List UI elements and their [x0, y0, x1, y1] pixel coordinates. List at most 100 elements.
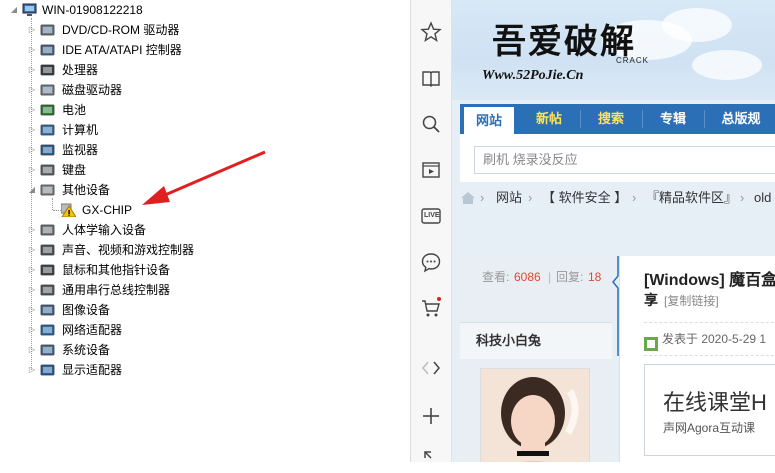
stats-separator: | [548, 270, 552, 284]
video-icon[interactable] [419, 158, 443, 182]
tree-category[interactable]: ▷ 人体学输入设备 [0, 220, 300, 240]
replies-count: 18 [588, 270, 602, 284]
copy-link[interactable]: [复制链接] [664, 292, 719, 309]
tree-item-label: DVD/CD-ROM 驱动器 [62, 23, 180, 37]
display-icon [40, 363, 55, 377]
live-label: LIVE [424, 212, 440, 219]
breadcrumb-item[interactable]: 【 软件安全 】 [542, 182, 627, 214]
sound-icon [40, 243, 55, 257]
collapse-arrow-icon[interactable]: ◢ [10, 6, 18, 14]
site-logo-title[interactable]: 吾爱破解 [492, 14, 636, 63]
tree-item-label: GX-CHIP [82, 203, 133, 217]
expand-arrow-icon[interactable]: ▷ [28, 46, 36, 54]
post-title[interactable]: [Windows] 魔百盒 [644, 266, 775, 290]
live-icon[interactable]: LIVE [419, 204, 443, 228]
nav-tab-new-posts[interactable]: 新帖 [520, 104, 578, 134]
expand-arrow-icon[interactable]: ▷ [28, 106, 36, 114]
tree-category[interactable]: ▷ 图像设备 [0, 300, 300, 320]
expand-arrow-icon[interactable]: ▷ [28, 266, 36, 274]
expand-arrow-icon[interactable]: ▷ [28, 326, 36, 334]
tree-category[interactable]: ▷ 显示适配器 [0, 360, 300, 380]
post-title-continued: 享 [644, 292, 658, 308]
expand-icon[interactable] [419, 446, 443, 470]
expand-arrow-icon[interactable]: ▷ [28, 246, 36, 254]
monitor-icon [40, 143, 55, 157]
site-logo-url: Www.52PoJie.Cn [482, 68, 584, 83]
keyboard-icon [40, 163, 55, 177]
breadcrumb-separator: › [740, 190, 745, 205]
tree-category[interactable]: ▷ 通用串行总线控制器 [0, 280, 300, 300]
nav-tab-rules[interactable]: 总版规 [706, 104, 775, 134]
ad-subtitle: 声网Agora互动课 [663, 421, 756, 435]
tree-item-label: 人体学输入设备 [62, 223, 147, 237]
book-icon[interactable] [419, 66, 443, 90]
tree-root-computer[interactable]: ◢ WIN-01908122218 [0, 0, 200, 20]
nav-tab-search[interactable]: 搜索 [582, 104, 640, 134]
tree-category[interactable]: ▷ 系统设备 [0, 340, 300, 360]
expand-arrow-icon[interactable]: ▷ [28, 26, 36, 34]
tree-category[interactable]: ▷ 处理器 [0, 60, 300, 80]
post-content: [Windows] 魔百盒 享 [复制链接] 发表于 2020-5-29 1 在… [619, 256, 775, 462]
tree-item-label: 图像设备 [62, 303, 111, 317]
star-icon[interactable] [419, 20, 443, 44]
views-label: 查看: [482, 270, 510, 284]
nav-tab-site[interactable]: 网站 [464, 107, 514, 134]
author-name[interactable]: 科技小白兔 [460, 322, 612, 359]
breadcrumb-separator: › [632, 190, 637, 205]
expand-arrow-icon[interactable]: ▷ [28, 166, 36, 174]
expand-arrow-icon[interactable]: ▷ [28, 346, 36, 354]
nav-separator [580, 110, 581, 128]
site-logo-crack: CRACK [616, 56, 650, 65]
expand-arrow-icon[interactable]: ▷ [28, 286, 36, 294]
expand-arrow-icon[interactable]: ▷ [28, 146, 36, 154]
ad-banner[interactable]: 在线课堂H 声网Agora互动课 [644, 364, 775, 456]
nav-separator [642, 110, 643, 128]
tree-item-label: 通用串行总线控制器 [62, 283, 171, 297]
chat-icon[interactable] [419, 250, 443, 274]
breadcrumb-item[interactable]: 『精品软件区』 [646, 182, 737, 214]
tree-category[interactable]: ▷ 网络适配器 [0, 320, 300, 340]
device-manager-tree: ◢ WIN-01908122218 ▷ DVD/CD-ROM 驱动器 ▷ IDE AT… [0, 0, 410, 462]
tree-item-label: 磁盘驱动器 [62, 83, 123, 97]
tree-category[interactable]: ▷ 鼠标和其他指针设备 [0, 260, 300, 280]
tree-category[interactable]: ▷ DVD/CD-ROM 驱动器 [0, 20, 300, 40]
expand-arrow-icon[interactable]: ▷ [28, 306, 36, 314]
expand-arrow-icon[interactable]: ▷ [28, 86, 36, 94]
tree-item-label: 计算机 [62, 123, 99, 137]
expand-arrow-icon[interactable]: ▷ [28, 226, 36, 234]
tree-item-label: 电池 [62, 103, 87, 117]
tree-item-label: 显示适配器 [62, 363, 123, 377]
home-icon[interactable] [460, 182, 476, 226]
computer-icon [40, 123, 55, 137]
tree-category[interactable]: ▷ IDE ATA/ATAPI 控制器 [0, 40, 300, 60]
ide-controller-icon [40, 43, 55, 57]
author-avatar[interactable] [480, 368, 590, 462]
search-input[interactable]: 刷机 烧录没反应 [474, 146, 775, 174]
post-meta: 发表于 2020-5-29 1 [644, 322, 775, 356]
cloud-decoration [692, 50, 762, 80]
arrows-icon[interactable] [419, 356, 443, 380]
plus-icon[interactable] [419, 404, 443, 428]
expand-arrow-icon[interactable]: ▷ [28, 126, 36, 134]
collapse-arrow-icon[interactable]: ◢ [28, 186, 36, 194]
breadcrumb-separator: › [528, 190, 533, 205]
battery-icon [40, 103, 55, 117]
breadcrumb-separator: › [480, 190, 485, 205]
nav-tab-albums[interactable]: 专辑 [644, 104, 702, 134]
cart-icon[interactable] [419, 296, 443, 320]
expand-arrow-icon[interactable]: ▷ [28, 66, 36, 74]
usb-icon [40, 283, 55, 297]
computer-icon [22, 3, 37, 17]
tree-category[interactable]: ▷ 声音、视频和游戏控制器 [0, 240, 300, 260]
tree-item-label: 声音、视频和游戏控制器 [62, 243, 195, 257]
breadcrumb-item[interactable]: old [754, 182, 771, 214]
views-count: 6086 [514, 270, 541, 284]
dvd-drive-icon [40, 23, 55, 37]
tree-category[interactable]: ▷ 电池 [0, 100, 300, 120]
expand-arrow-icon[interactable]: ▷ [28, 366, 36, 374]
tree-category[interactable]: ▷ 磁盘驱动器 [0, 80, 300, 100]
search-icon[interactable] [419, 112, 443, 136]
breadcrumb: › 网站 › 【 软件安全 】 › 『精品软件区』 › old [460, 182, 775, 214]
tree-category[interactable]: ▷ 计算机 [0, 120, 300, 140]
breadcrumb-item[interactable]: 网站 [496, 182, 522, 214]
